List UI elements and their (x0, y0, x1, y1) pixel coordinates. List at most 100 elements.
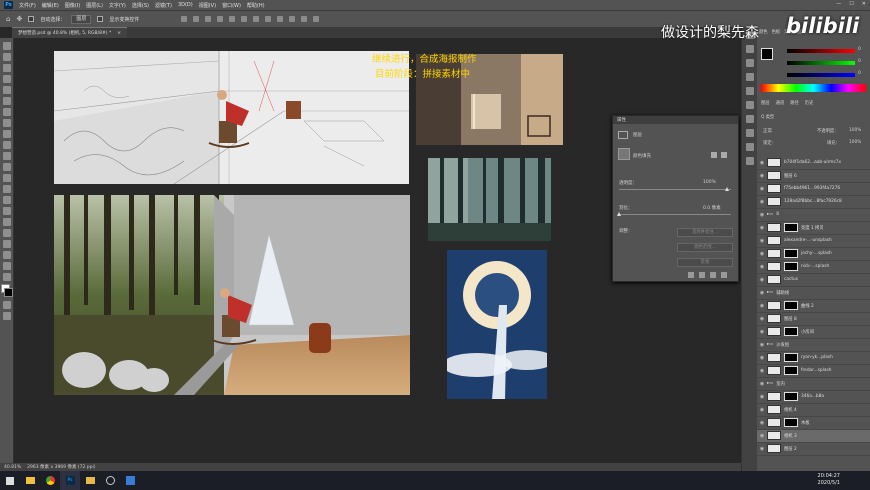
layer-name[interactable]: 8 (776, 212, 779, 217)
layer-thumbnail[interactable] (767, 197, 781, 207)
layer-name[interactable]: fredar...splash (801, 368, 831, 373)
zoom-tool-icon[interactable] (2, 262, 11, 270)
opacity-knob[interactable] (725, 187, 729, 191)
layer-row[interactable]: ◉ nick-...splash (757, 261, 870, 274)
move-tool-icon[interactable] (2, 42, 11, 50)
layer-row[interactable]: ◉ fredar...splash (757, 365, 870, 378)
apply-mask-icon[interactable] (711, 152, 717, 158)
brush-settings-icon[interactable] (745, 87, 754, 95)
toggle-visibility-icon[interactable] (710, 272, 716, 278)
menu-layer[interactable]: 图层(L) (86, 2, 103, 9)
tab-paths[interactable]: 路径 (790, 100, 799, 106)
align-top-icon[interactable] (217, 16, 224, 22)
frame-tool-icon[interactable] (2, 97, 11, 105)
layer-name[interactable]: 辅助线 (776, 290, 789, 296)
healing-brush-tool-icon[interactable] (2, 119, 11, 127)
layer-thumbnail[interactable] (767, 223, 781, 233)
spectrum-bar[interactable] (761, 84, 866, 92)
layer-name[interactable]: 木板 (801, 420, 810, 426)
distribute-v-icon[interactable] (277, 16, 284, 22)
layer-thumbnail[interactable] (767, 392, 781, 402)
layer-name[interactable]: 图层 2 (784, 446, 797, 452)
menu-select[interactable]: 选择(S) (132, 2, 149, 9)
layer-row[interactable]: ◉ ▸▭ 辅助线 (757, 287, 870, 300)
layer-name[interactable]: ryan-yk...plash (801, 355, 833, 360)
layer-name[interactable]: 相机 3 (784, 433, 797, 439)
type-tool-icon[interactable] (2, 218, 11, 226)
menu-image[interactable]: 图像(I) (65, 2, 80, 9)
layer-mask-thumbnail[interactable] (784, 262, 798, 272)
menu-3d[interactable]: 3D(D) (178, 2, 193, 8)
app-icon-2[interactable] (120, 471, 140, 490)
feather-knob[interactable] (617, 212, 621, 216)
align-center-icon[interactable] (193, 16, 200, 22)
document-tab[interactable]: 梦想营造.psd @ 40.8% (相机, 5, RGB/8#) * × (12, 27, 127, 38)
layer-row[interactable]: ◉ 木板 (757, 417, 870, 430)
load-selection-icon[interactable] (688, 272, 694, 278)
more-tools-icon[interactable] (2, 273, 11, 281)
layer-row[interactable]: ◉ cactus (757, 274, 870, 287)
layer-name[interactable]: 亮度 1 拷贝 (801, 225, 824, 231)
layer-name[interactable]: 曲线 2 (801, 303, 814, 309)
menu-help[interactable]: 帮助(H) (247, 2, 265, 9)
layer-thumbnail[interactable] (767, 431, 781, 441)
3d-pan-icon[interactable] (313, 16, 320, 22)
menu-filter[interactable]: 滤镜(T) (155, 2, 172, 9)
opacity-value[interactable]: 100% (703, 180, 716, 185)
folder-icon[interactable]: ▸▭ (767, 290, 773, 295)
system-clock[interactable]: 20:04:27 2020/5/1 (818, 473, 840, 487)
apply-icon[interactable] (699, 272, 705, 278)
composite-image[interactable] (54, 195, 410, 395)
sketch-image[interactable] (54, 51, 409, 184)
eye-icon[interactable]: ◉ (757, 238, 767, 244)
layer-row[interactable]: ◉ jochy-...splash (757, 248, 870, 261)
hand-tool-icon[interactable] (2, 251, 11, 259)
r-slider[interactable] (787, 49, 855, 53)
character-icon[interactable] (745, 59, 754, 67)
move-tool-icon[interactable]: ✥ (16, 15, 22, 23)
layer-row[interactable]: ◉ b704f1da62...aab-ulrmc7x (757, 157, 870, 170)
clone-source-icon[interactable] (745, 101, 754, 109)
align-right-icon[interactable] (205, 16, 212, 22)
layer-row[interactable]: ◉ 346a...b8a (757, 391, 870, 404)
invert-button[interactable]: 反相 (677, 258, 733, 267)
eye-icon[interactable]: ◉ (757, 212, 767, 218)
layer-name[interactable]: 图层 8 (784, 316, 797, 322)
layer-mask-thumbnail[interactable] (784, 353, 798, 363)
layer-row[interactable]: ◉ 相机 3 (757, 430, 870, 443)
layer-row[interactable]: ◉ ▸▭ 沙发组 (757, 339, 870, 352)
b-value[interactable]: 0 (858, 71, 861, 76)
quick-select-tool-icon[interactable] (2, 75, 11, 83)
folder-icon[interactable] (80, 471, 100, 490)
file-explorer-icon[interactable] (20, 471, 40, 490)
layer-thumbnail[interactable] (767, 275, 781, 285)
eye-icon[interactable]: ◉ (757, 381, 767, 387)
crop-tool-icon[interactable] (2, 86, 11, 94)
auto-select-dropdown[interactable]: 图层 (71, 14, 92, 24)
eye-icon[interactable]: ◉ (757, 368, 767, 374)
layer-row[interactable]: ◉ 亮度 1 拷贝 (757, 222, 870, 235)
tab-channels[interactable]: 通道 (776, 100, 785, 106)
menu-edit[interactable]: 编辑(E) (42, 2, 59, 9)
background-color-swatch[interactable] (3, 288, 13, 297)
layer-thumbnail[interactable] (767, 366, 781, 376)
libraries-icon[interactable] (745, 143, 754, 151)
eye-icon[interactable]: ◉ (757, 199, 767, 205)
folder-icon[interactable]: ▸▭ (767, 342, 773, 347)
brush-tool-icon[interactable] (2, 130, 11, 138)
close-window-button[interactable]: ✕ (862, 1, 866, 7)
g-slider[interactable] (787, 61, 855, 65)
blur-tool-icon[interactable] (2, 185, 11, 193)
eye-icon[interactable]: ◉ (757, 407, 767, 413)
eye-icon[interactable]: ◉ (757, 251, 767, 257)
mask-options-icon[interactable] (721, 152, 727, 158)
eye-icon[interactable]: ◉ (757, 420, 767, 426)
moon-illustration[interactable] (447, 250, 547, 399)
folder-icon[interactable]: ▸▭ (767, 381, 773, 386)
layer-name[interactable]: nick-...splash (801, 264, 829, 269)
screen-mode-icon[interactable] (2, 312, 11, 320)
adjustments-icon[interactable] (745, 157, 754, 165)
layer-name[interactable]: 相机 4 (784, 407, 797, 413)
lasso-tool-icon[interactable] (2, 64, 11, 72)
layer-thumbnail[interactable] (767, 236, 781, 246)
